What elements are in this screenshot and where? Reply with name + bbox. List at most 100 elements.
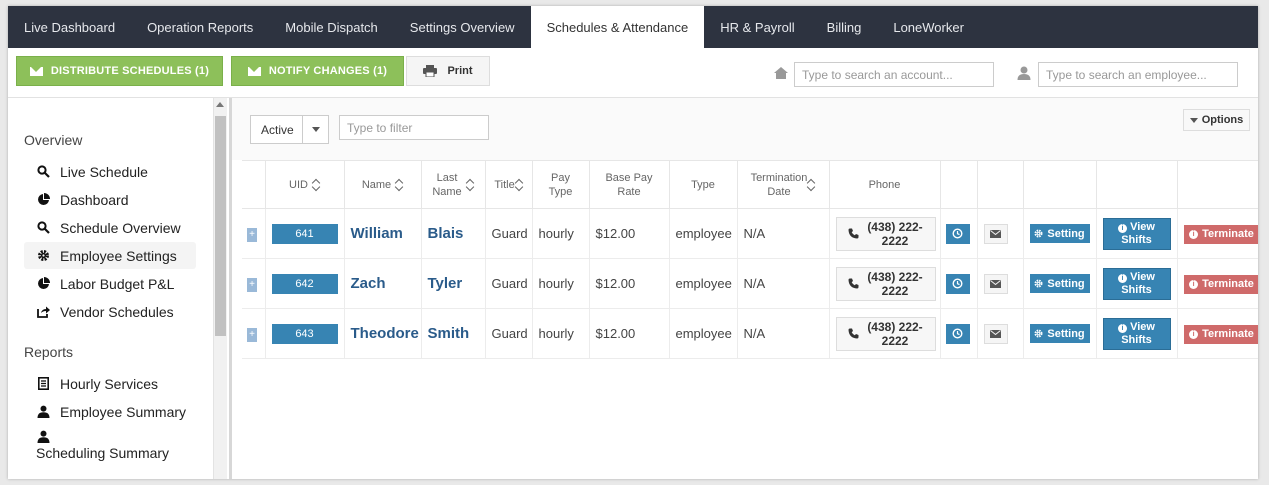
tab-loneworker[interactable]: LoneWorker: [877, 6, 980, 48]
type-cell: employee: [669, 208, 738, 259]
terminate-button[interactable]: i Terminate: [1183, 274, 1258, 294]
clock-cell: [940, 308, 978, 359]
filter-bar: Active Options: [232, 98, 1258, 160]
sidebar-scrollbar-thumb[interactable]: [215, 116, 226, 336]
setting-button[interactable]: Setting: [1029, 324, 1090, 343]
email-button[interactable]: [983, 273, 1008, 294]
user-icon: [36, 405, 50, 419]
employee-first-name-link[interactable]: William: [351, 225, 403, 242]
last-name-cell: Smith: [421, 308, 486, 359]
chevron-down-icon: [1189, 117, 1198, 123]
col-uid[interactable]: UID: [265, 160, 345, 209]
last-name-cell: Blais: [421, 208, 486, 259]
terminate-cell: i Terminate: [1177, 208, 1258, 259]
print-button[interactable]: Print: [406, 56, 490, 86]
col-pay-type: Pay Type: [532, 160, 590, 209]
tab-schedules-attendance[interactable]: Schedules & Attendance: [530, 6, 705, 48]
terminate-button[interactable]: i Terminate: [1183, 324, 1258, 344]
account-search-input[interactable]: [794, 62, 994, 87]
view-shifts-label: Shifts: [1121, 283, 1152, 296]
table-filter-input[interactable]: [339, 115, 489, 140]
setting-button[interactable]: Setting: [1029, 274, 1090, 293]
mail-cell: [977, 308, 1024, 359]
sidebar-item-scheduling-summary[interactable]: Scheduling Summary: [24, 428, 196, 462]
employee-last-name-link[interactable]: Smith: [428, 325, 470, 342]
sidebar-item-dashboard[interactable]: Dashboard: [24, 186, 196, 213]
uid-cell: 641: [265, 208, 345, 259]
notify-changes-button[interactable]: NOTIFY CHANGES (1): [231, 56, 404, 86]
options-button[interactable]: Options: [1183, 109, 1250, 131]
clock-icon: [952, 328, 963, 339]
col-mail: [977, 160, 1024, 209]
sidebar-item-hourly-services[interactable]: Hourly Services: [24, 370, 196, 397]
sidebar-item-live-schedule[interactable]: Live Schedule: [24, 158, 196, 185]
clock-button[interactable]: [945, 323, 970, 344]
status-select[interactable]: Active: [250, 115, 329, 144]
employee-first-name-link[interactable]: Theodore: [351, 325, 419, 342]
expand-row-button[interactable]: +: [247, 278, 257, 292]
uid-cell: 643: [265, 308, 345, 359]
col-termination-date[interactable]: Termination Date: [737, 160, 830, 209]
view-shifts-label: Shifts: [1121, 233, 1152, 246]
phone-button[interactable]: (438) 222- 2222: [835, 316, 936, 351]
tab-billing[interactable]: Billing: [811, 6, 878, 48]
phone-number-part: 2222: [881, 233, 909, 248]
toolbar: DISTRIBUTE SCHEDULES (1) NOTIFY CHANGES …: [8, 48, 1258, 98]
col-base-pay: Base Pay Rate: [589, 160, 670, 209]
scroll-up-arrow-icon[interactable]: [216, 102, 224, 107]
view-shifts-cell: i View Shifts: [1096, 308, 1178, 359]
sidebar-item-schedule-overview[interactable]: Schedule Overview: [24, 214, 196, 241]
col-name[interactable]: Name: [344, 160, 422, 209]
terminate-button[interactable]: i Terminate: [1183, 224, 1258, 244]
table-row: + 643 Theodore Smith Guard hourly $12.00…: [242, 308, 1258, 359]
terminate-label: Terminate: [1202, 228, 1254, 240]
phone-button[interactable]: (438) 222- 2222: [835, 216, 936, 251]
expand-row-button[interactable]: +: [247, 328, 257, 342]
sidebar-item-vendor-schedules[interactable]: Vendor Schedules: [24, 298, 196, 325]
tab-hr-payroll[interactable]: HR & Payroll: [704, 6, 810, 48]
sidebar-item-label: Labor Budget P&L: [60, 275, 175, 292]
sidebar-item-label: Hourly Services: [60, 375, 159, 392]
document-icon: [36, 377, 50, 391]
col-last-name[interactable]: Last Name: [421, 160, 486, 209]
view-shifts-button[interactable]: i View Shifts: [1102, 217, 1171, 250]
col-title[interactable]: Title: [485, 160, 533, 209]
view-shifts-button[interactable]: i View Shifts: [1102, 317, 1171, 350]
expand-row-button[interactable]: +: [247, 228, 257, 242]
setting-button[interactable]: Setting: [1029, 224, 1090, 243]
info-icon: i: [1118, 223, 1128, 233]
gear-icon: [1034, 329, 1043, 338]
sidebar-item-employee-settings[interactable]: Employee Settings: [24, 242, 196, 269]
app-window: Live Dashboard Operation Reports Mobile …: [8, 6, 1258, 479]
uid-badge[interactable]: 641: [271, 223, 338, 244]
termination-cell: N/A: [737, 308, 830, 359]
col-header-label: Name: [361, 178, 392, 191]
uid-badge[interactable]: 643: [271, 323, 338, 344]
employee-search-input[interactable]: [1038, 62, 1238, 87]
tab-mobile-dispatch[interactable]: Mobile Dispatch: [269, 6, 394, 48]
employee-first-name-link[interactable]: Zach: [351, 275, 386, 292]
employee-last-name-link[interactable]: Blais: [428, 225, 464, 242]
email-button[interactable]: [983, 323, 1008, 344]
status-dropdown-toggle[interactable]: [303, 127, 328, 132]
clock-button[interactable]: [945, 273, 970, 294]
phone-icon: [848, 228, 859, 239]
base-pay-cell: $12.00: [589, 258, 670, 309]
phone-button[interactable]: (438) 222- 2222: [835, 266, 936, 301]
printer-icon: [423, 65, 438, 77]
sort-icon: [312, 179, 320, 191]
tab-operation-reports[interactable]: Operation Reports: [131, 6, 269, 48]
col-terminate: [1177, 160, 1258, 209]
employee-last-name-link[interactable]: Tyler: [428, 275, 463, 292]
distribute-schedules-button[interactable]: DISTRIBUTE SCHEDULES (1): [16, 56, 223, 86]
tab-settings-overview[interactable]: Settings Overview: [394, 6, 531, 48]
view-shifts-button[interactable]: i View Shifts: [1102, 267, 1171, 300]
tab-live-dashboard[interactable]: Live Dashboard: [8, 6, 131, 48]
sidebar-item-employee-summary[interactable]: Employee Summary: [24, 398, 196, 425]
setting-label: Setting: [1047, 277, 1085, 290]
base-pay-cell: $12.00: [589, 208, 670, 259]
clock-button[interactable]: [945, 223, 970, 244]
email-button[interactable]: [983, 223, 1008, 244]
sidebar-item-labor-budget[interactable]: Labor Budget P&L: [24, 270, 196, 297]
uid-badge[interactable]: 642: [271, 273, 338, 294]
